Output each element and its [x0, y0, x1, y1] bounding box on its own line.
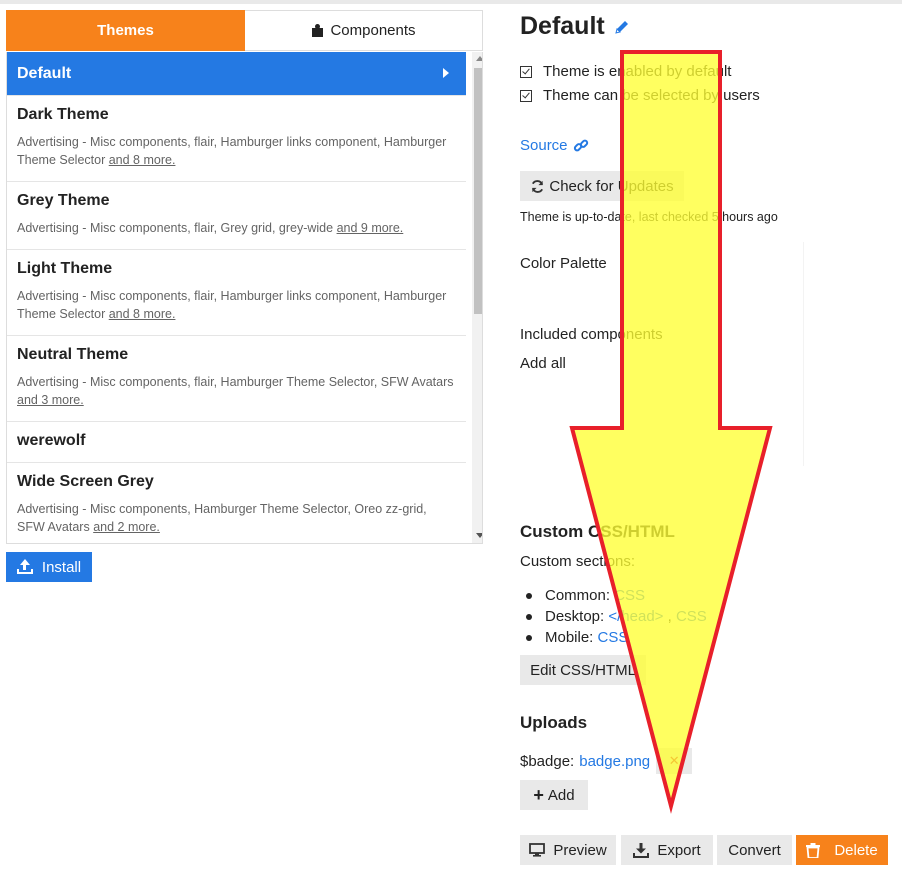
edit-css-html-label: Edit CSS/HTML	[530, 661, 636, 679]
theme-components-summary: Advertising - Misc components, Hamburger…	[17, 502, 427, 534]
preview-label: Preview	[553, 841, 607, 859]
desktop-css-link[interactable]: CSS	[676, 608, 707, 625]
user-selectable-checkbox[interactable]	[520, 89, 532, 102]
install-label: Install	[41, 558, 82, 576]
preview-button[interactable]: Preview	[520, 835, 616, 865]
edit-css-html-button[interactable]: Edit CSS/HTML	[520, 655, 646, 685]
enabled-by-default-option[interactable]: Theme is enabled by default	[520, 63, 731, 80]
add-upload-button[interactable]: + Add	[520, 780, 588, 810]
upload-icon	[16, 559, 33, 574]
list-scrollbar[interactable]	[472, 52, 482, 543]
enabled-checkbox[interactable]	[520, 65, 532, 78]
export-button[interactable]: Export	[621, 835, 713, 865]
theme-item-neutral[interactable]: Neutral Theme Advertising - Misc compone…	[7, 336, 466, 422]
theme-title-text: Default	[520, 12, 605, 40]
theme-tabs: Themes Components	[6, 10, 483, 51]
check-updates-label: Check for Updates	[549, 177, 674, 195]
custom-css-heading: Custom CSS/HTML	[520, 522, 675, 541]
tab-components-label: Components	[330, 22, 416, 39]
theme-item-light[interactable]: Light Theme Advertising - Misc component…	[7, 250, 466, 336]
palette-panel-edge	[803, 242, 804, 466]
source-link[interactable]: Source	[520, 137, 589, 154]
included-components-label: Included components	[520, 326, 663, 343]
remove-upload-button[interactable]: ✕	[656, 748, 693, 774]
delete-button[interactable]: Delete	[796, 835, 888, 865]
theme-item-dark[interactable]: Dark Theme Advertising - Misc components…	[7, 96, 466, 182]
add-label: Add	[547, 786, 575, 804]
theme-title: Default	[520, 12, 631, 41]
desktop-head-link[interactable]: </head>	[608, 608, 663, 625]
list-item: Desktop: </head> , CSS	[526, 606, 707, 627]
scroll-up-arrow-icon[interactable]	[476, 56, 482, 61]
close-icon: ✕	[668, 753, 680, 768]
theme-name: Wide Screen Grey	[17, 473, 154, 490]
theme-list: Default Dark Theme Advertising - Misc co…	[6, 52, 483, 544]
theme-item-grey[interactable]: Grey Theme Advertising - Misc components…	[7, 182, 466, 250]
download-icon	[633, 842, 650, 858]
theme-components-summary: Advertising - Misc components, flair, Ha…	[17, 375, 454, 407]
enabled-label: Theme is enabled by default	[543, 63, 732, 80]
puzzle-icon	[311, 23, 325, 38]
list-item: Common: CSS	[526, 585, 707, 606]
link-icon	[573, 139, 588, 151]
theme-name: Grey Theme	[17, 192, 110, 209]
tab-components[interactable]: Components	[245, 10, 483, 51]
install-button[interactable]: Install	[6, 552, 92, 582]
add-all-link[interactable]: Add all	[520, 355, 566, 372]
delete-label: Delete	[834, 841, 878, 859]
theme-name: Default	[17, 65, 72, 82]
list-item: Mobile: CSS	[526, 627, 707, 648]
theme-name: Light Theme	[17, 260, 113, 277]
source-label: Source	[520, 137, 568, 154]
export-label: Export	[657, 841, 701, 859]
pencil-icon[interactable]	[613, 18, 631, 36]
user-selectable-label: Theme can be selected by users	[543, 87, 760, 104]
more-components-link[interactable]: and 2 more.	[93, 520, 160, 534]
color-palette-label: Color Palette	[520, 255, 607, 272]
plus-icon: +	[533, 784, 544, 805]
more-components-link[interactable]: and 8 more.	[109, 307, 176, 321]
more-components-link[interactable]: and 8 more.	[109, 153, 176, 167]
top-border	[0, 0, 902, 4]
theme-components-summary: Advertising - Misc components, flair, Ha…	[17, 135, 447, 167]
user-selectable-option[interactable]: Theme can be selected by users	[520, 87, 760, 104]
common-css-link[interactable]: CSS	[614, 587, 645, 604]
theme-components-summary: Advertising - Misc components, flair, Gr…	[17, 221, 404, 235]
mobile-css-link[interactable]: CSS	[598, 629, 629, 646]
update-status: Theme is up-to-date, last checked 5 hour…	[520, 210, 778, 224]
down-arrow-icon	[569, 50, 773, 814]
upload-variable: $badge:	[520, 752, 575, 770]
upload-file-link[interactable]: badge.png	[579, 753, 650, 770]
refresh-icon	[532, 179, 544, 193]
theme-item-default[interactable]: Default	[7, 52, 466, 96]
scroll-thumb[interactable]	[474, 68, 482, 314]
theme-components-summary: Advertising - Misc components, flair, Ha…	[17, 289, 447, 321]
desktop-icon	[529, 843, 546, 857]
scroll-down-arrow-icon[interactable]	[476, 533, 482, 538]
convert-button[interactable]: Convert	[717, 835, 792, 865]
theme-name: Neutral Theme	[17, 346, 129, 363]
more-components-link[interactable]: and 3 more.	[17, 393, 84, 407]
custom-sections-label: Custom sections:	[520, 553, 636, 570]
theme-item-wide-screen-grey[interactable]: Wide Screen Grey Advertising - Misc comp…	[7, 463, 466, 543]
custom-sections-list: Common: CSS Desktop: </head> , CSS Mobil…	[526, 585, 707, 648]
trash-icon	[806, 842, 821, 858]
tab-themes[interactable]: Themes	[6, 10, 245, 51]
more-components-link[interactable]: and 9 more.	[337, 221, 404, 235]
uploads-heading: Uploads	[520, 713, 588, 732]
chevron-right-icon	[443, 68, 449, 78]
theme-item-werewolf[interactable]: werewolf	[7, 422, 466, 463]
theme-name: Dark Theme	[17, 106, 109, 123]
theme-name: werewolf	[17, 432, 86, 449]
convert-label: Convert	[728, 841, 781, 859]
check-updates-button[interactable]: Check for Updates	[520, 171, 684, 201]
upload-row: $badge: badge.png ✕	[520, 748, 693, 774]
